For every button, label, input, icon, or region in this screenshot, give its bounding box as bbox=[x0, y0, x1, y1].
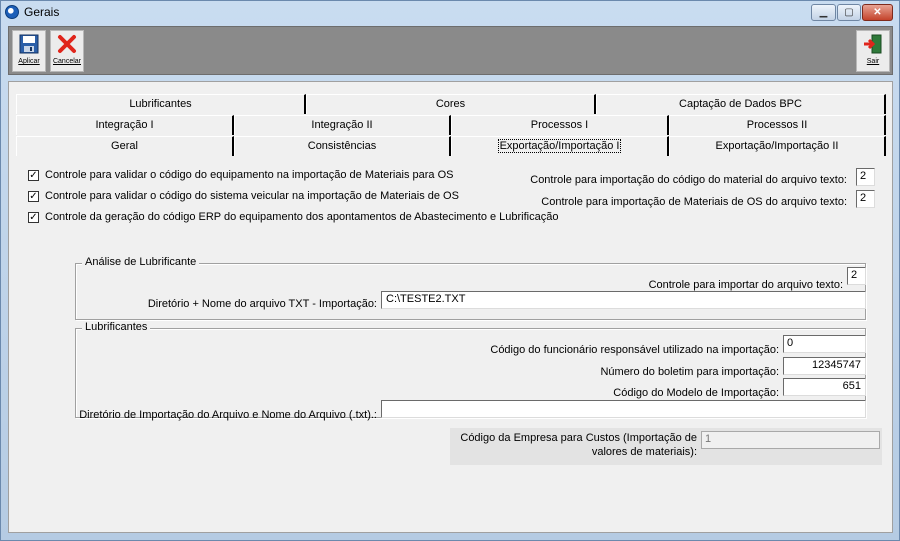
material-code-label: Controle para importação do código do ma… bbox=[530, 174, 847, 186]
tab-consistencias[interactable]: Consistências bbox=[234, 136, 451, 156]
checkbox-equipment[interactable]: ✓ bbox=[28, 169, 39, 181]
tab-row-1: Lubrificantes Cores Captação de Dados BP… bbox=[16, 94, 886, 114]
apply-button[interactable]: Aplicar bbox=[12, 30, 46, 72]
tab-active-label: Exportação/Importação I bbox=[497, 139, 622, 153]
lub-analysis-group: Análise de Lubrificante Controle para im… bbox=[75, 256, 866, 320]
close-button[interactable]: ✕ bbox=[862, 4, 893, 21]
material-code-field[interactable]: 2 bbox=[856, 168, 875, 186]
lubricants-dir-label: Diretório de Importação do Arquivo e Nom… bbox=[79, 409, 377, 421]
exit-label: Sair bbox=[866, 58, 880, 65]
bulletin-number-field[interactable]: 12345747 bbox=[783, 357, 866, 375]
tab-cores[interactable]: Cores bbox=[306, 94, 596, 114]
check-label-erp-code: Controle da geração do código ERP do equ… bbox=[45, 211, 559, 223]
os-materials-field[interactable]: 2 bbox=[856, 190, 875, 208]
checkbox-erp-code[interactable]: ✓ bbox=[28, 211, 39, 223]
check-label-vehicle-system: Controle para validar o código do sistem… bbox=[45, 190, 459, 202]
check-label-equipment: Controle para validar o código do equipa… bbox=[45, 169, 454, 181]
company-code-label-line2: valores de materiais): bbox=[591, 446, 697, 458]
check-row-vehicle-system[interactable]: ✓ Controle para validar o código do sist… bbox=[28, 188, 459, 204]
tab-integracao-2[interactable]: Integração II bbox=[234, 115, 451, 135]
employee-code-field[interactable]: 0 bbox=[783, 335, 866, 353]
tab-row-2: Integração I Integração II Processos I P… bbox=[16, 115, 886, 135]
title-bar[interactable]: Gerais ▁ ▢ ✕ bbox=[1, 1, 899, 23]
toolbar: Aplicar Cancelar Sair bbox=[8, 26, 893, 75]
bulletin-number-label: Número do boletim para importação: bbox=[600, 366, 779, 378]
main-window: Gerais ▁ ▢ ✕ Aplicar Cancelar Sair Lubri… bbox=[0, 0, 900, 541]
exit-button[interactable]: Sair bbox=[856, 30, 890, 72]
check-row-erp-code[interactable]: ✓ Controle da geração do código ERP do e… bbox=[28, 209, 558, 225]
lub-dir-field[interactable]: C:\TESTE2.TXT bbox=[381, 291, 866, 309]
company-code-section: Código da Empresa para Custos (Importaçã… bbox=[450, 428, 882, 465]
checkbox-vehicle-system[interactable]: ✓ bbox=[28, 190, 39, 202]
tab-processos-2[interactable]: Processos II bbox=[669, 115, 886, 135]
apply-label: Aplicar bbox=[18, 58, 40, 65]
cancel-label: Cancelar bbox=[52, 58, 81, 65]
exit-door-icon bbox=[864, 34, 882, 54]
tab-processos-1[interactable]: Processos I bbox=[451, 115, 669, 135]
check-row-equipment[interactable]: ✓ Controle para validar o código do equi… bbox=[28, 167, 453, 183]
cancel-icon bbox=[58, 35, 76, 53]
import-model-field[interactable]: 651 bbox=[783, 378, 866, 396]
lub-control-field[interactable]: 2 bbox=[847, 267, 866, 285]
app-icon bbox=[5, 5, 19, 19]
tab-captacao-bpc[interactable]: Captação de Dados BPC bbox=[596, 94, 886, 114]
tab-row-3: Geral Consistências Exportação/Importaçã… bbox=[16, 136, 886, 156]
minimize-button[interactable]: ▁ bbox=[811, 4, 836, 21]
company-code-label-line1: Código da Empresa para Custos (Importaçã… bbox=[460, 432, 697, 444]
maximize-button[interactable]: ▢ bbox=[837, 4, 861, 21]
tab-exportacao-importacao-2[interactable]: Exportação/Importação II bbox=[669, 136, 886, 156]
lubricants-title: Lubrificantes bbox=[82, 321, 151, 333]
lubricants-dir-field[interactable] bbox=[381, 400, 866, 418]
lubricants-group: Lubrificantes Código do funcionário resp… bbox=[75, 321, 866, 421]
tab-exportacao-importacao-1[interactable]: Exportação/Importação I bbox=[451, 136, 669, 156]
employee-code-label: Código do funcionário responsável utiliz… bbox=[490, 344, 779, 356]
company-code-field[interactable]: 1 bbox=[701, 431, 880, 449]
tab-geral[interactable]: Geral bbox=[16, 136, 234, 156]
lub-analysis-title: Análise de Lubrificante bbox=[82, 256, 200, 268]
cancel-button[interactable]: Cancelar bbox=[50, 30, 84, 72]
tab-lubrificantes[interactable]: Lubrificantes bbox=[16, 94, 306, 114]
os-materials-label: Controle para importação de Materiais de… bbox=[541, 196, 847, 208]
window-title: Gerais bbox=[24, 5, 60, 19]
tab-integracao-1[interactable]: Integração I bbox=[16, 115, 234, 135]
lub-control-label: Controle para importar do arquivo texto: bbox=[648, 279, 843, 291]
lub-dir-label: Diretório + Nome do arquivo TXT - Import… bbox=[147, 298, 377, 310]
import-model-label: Código do Modelo de Importação: bbox=[613, 387, 779, 399]
settings-panel: Lubrificantes Cores Captação de Dados BP… bbox=[8, 81, 893, 533]
save-icon bbox=[19, 34, 39, 54]
